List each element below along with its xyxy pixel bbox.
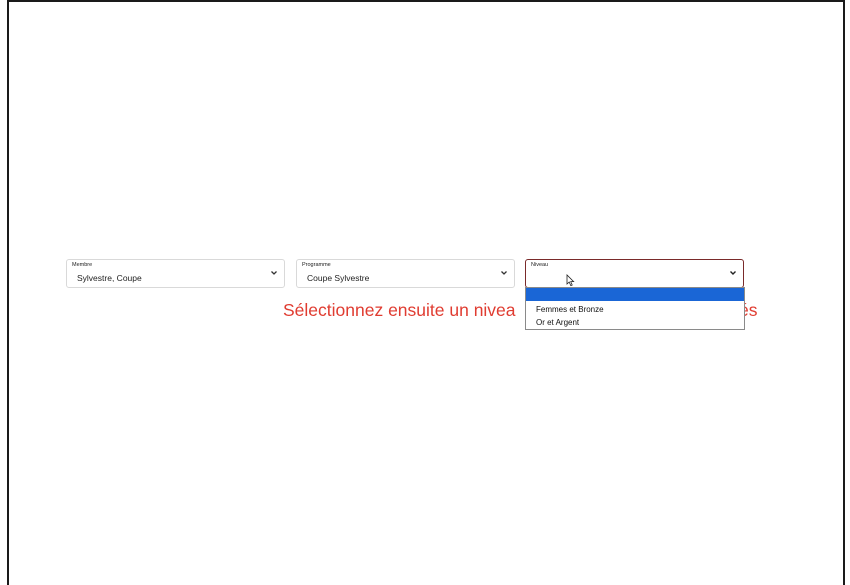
programme-select[interactable]: Programme Coupe Sylvestre xyxy=(296,259,515,288)
programme-value: Coupe Sylvestre xyxy=(307,273,370,283)
dropdown-option-empty[interactable] xyxy=(526,288,744,301)
membre-label: Membre xyxy=(72,262,93,268)
membre-value: Sylvestre, Coupe xyxy=(77,273,142,283)
error-message: Sélectionnez ensuite un nivea és xyxy=(283,300,757,321)
dropdown-option-or-et-argent[interactable]: Or et Argent xyxy=(526,316,744,329)
niveau-dropdown-list: Femmes et Bronze Or et Argent xyxy=(525,287,745,330)
niveau-label: Niveau xyxy=(531,262,549,268)
chevron-down-icon xyxy=(730,271,736,275)
membre-select[interactable]: Membre Sylvestre, Coupe xyxy=(66,259,285,288)
chevron-down-icon xyxy=(501,271,507,275)
dropdown-option-femmes-et-bronze[interactable]: Femmes et Bronze xyxy=(526,303,744,316)
mouse-pointer-icon xyxy=(566,274,575,287)
programme-label: Programme xyxy=(302,262,331,268)
chevron-down-icon xyxy=(271,271,277,275)
error-message-start: Sélectionnez ensuite un nivea xyxy=(283,300,516,320)
niveau-select[interactable]: Niveau xyxy=(525,259,744,288)
